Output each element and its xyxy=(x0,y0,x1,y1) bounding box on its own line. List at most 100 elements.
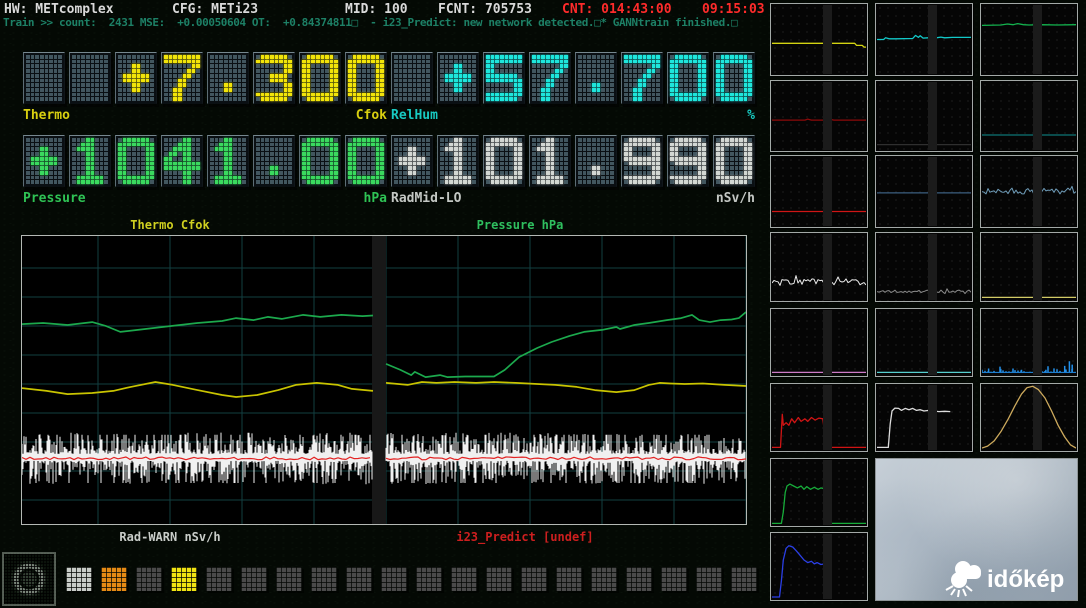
led-cell xyxy=(667,135,709,187)
status-block-6[interactable] xyxy=(241,567,267,591)
status-block-14[interactable] xyxy=(521,567,547,591)
cursor-band xyxy=(823,460,833,525)
led-cell xyxy=(713,52,755,104)
met-dashboard: HW: METcomplex CFG: METi23 MID: 100 FCNT… xyxy=(0,0,1086,608)
status-block-4[interactable] xyxy=(171,567,197,591)
cursor-band xyxy=(823,157,833,226)
status-block-3[interactable] xyxy=(136,567,162,591)
led-cell xyxy=(161,52,203,104)
idokep-logo-text: időkép xyxy=(987,566,1064,593)
status-block-2[interactable] xyxy=(101,567,127,591)
chart-title-thermo: Thermo Cfok xyxy=(100,218,240,232)
led-unit-pressure: hPa xyxy=(364,191,387,206)
mid-label: MID: 100 xyxy=(345,2,408,17)
led-label-thermo: Thermo xyxy=(23,108,70,123)
mini-chart-r7c1[interactable] xyxy=(770,458,868,527)
cursor-band xyxy=(823,310,833,375)
mini-chart-r2c2[interactable] xyxy=(875,80,973,152)
mini-chart-r6c3[interactable] xyxy=(980,383,1078,452)
cursor-band xyxy=(823,534,833,599)
led-cells xyxy=(23,52,387,104)
mini-chart-r1c2[interactable] xyxy=(875,3,973,76)
mini-chart-r5c1[interactable] xyxy=(770,308,868,377)
cursor-band xyxy=(928,157,938,226)
status-block-1[interactable] xyxy=(66,567,92,591)
mini-chart-r3c2[interactable] xyxy=(875,155,973,228)
led-cells xyxy=(23,135,387,187)
cloud-sun-icon xyxy=(946,561,981,597)
status-block-20[interactable] xyxy=(731,567,757,591)
led-cell xyxy=(391,135,433,187)
mini-chart-r6c2[interactable] xyxy=(875,383,973,452)
webcam-panel[interactable]: időkép xyxy=(875,458,1078,601)
mini-chart-r5c3[interactable] xyxy=(980,308,1078,377)
led-cell xyxy=(299,135,341,187)
led-cell xyxy=(23,135,65,187)
idokep-logo: időkép xyxy=(941,556,1073,598)
status-block-10[interactable] xyxy=(381,567,407,591)
status-block-15[interactable] xyxy=(556,567,582,591)
led-display-radmid: RadMid-LO nSv/h xyxy=(391,135,755,206)
cursor-band xyxy=(1033,82,1043,150)
led-label-relhum: RelHum xyxy=(391,108,438,123)
mini-chart-r1c1[interactable] xyxy=(770,3,868,76)
cursor-band xyxy=(823,234,833,300)
led-cell xyxy=(391,52,433,104)
led-cell xyxy=(115,135,157,187)
status-block-12[interactable] xyxy=(451,567,477,591)
main-chart xyxy=(21,235,747,525)
mini-chart-r4c1[interactable] xyxy=(770,232,868,302)
led-cell xyxy=(713,135,755,187)
mini-chart-r3c1[interactable] xyxy=(770,155,868,228)
cnt-counter: CNT: 014:43:00 xyxy=(562,2,672,17)
chart-bottom-label-predict: i23_Predict [undef] xyxy=(450,530,600,544)
status-block-19[interactable] xyxy=(696,567,722,591)
status-block-7[interactable] xyxy=(276,567,302,591)
led-cell xyxy=(345,135,387,187)
mini-chart-r4c3[interactable] xyxy=(980,232,1078,302)
mini-chart-r1c3[interactable] xyxy=(980,3,1078,76)
cursor-band xyxy=(823,385,833,450)
cursor-band xyxy=(928,310,938,375)
led-cell xyxy=(621,52,663,104)
led-cell xyxy=(437,135,479,187)
status-block-17[interactable] xyxy=(626,567,652,591)
led-label-radmid: RadMid-LO xyxy=(391,191,461,206)
led-display-relhum: RelHum% xyxy=(391,52,755,123)
status-block-18[interactable] xyxy=(661,567,687,591)
status-block-9[interactable] xyxy=(346,567,372,591)
status-block-16[interactable] xyxy=(591,567,617,591)
cursor-band xyxy=(823,5,833,74)
led-display-thermo: ThermoCfok xyxy=(23,52,387,123)
mini-chart-r4c2[interactable] xyxy=(875,232,973,302)
led-unit-radmid: nSv/h xyxy=(716,191,755,206)
hw-label: HW: METcomplex xyxy=(4,2,114,17)
mini-chart-r6c1[interactable] xyxy=(770,383,868,452)
led-cell xyxy=(69,52,111,104)
cursor-band xyxy=(1033,234,1043,300)
status-block-11[interactable] xyxy=(416,567,442,591)
status-block-5[interactable] xyxy=(206,567,232,591)
cursor-band xyxy=(1033,157,1043,226)
led-cell xyxy=(161,135,203,187)
led-cells xyxy=(391,52,755,104)
chart-bottom-label-radwarn: Rad-WARN nSv/h xyxy=(95,530,245,544)
led-cell xyxy=(621,135,663,187)
led-display-pressure: PressurehPa xyxy=(23,135,387,206)
train-status-line: Train >> count: 2431 MSE: +0.00050604 OT… xyxy=(3,16,737,29)
led-cell xyxy=(529,52,571,104)
led-cells xyxy=(391,135,755,187)
mini-chart-r3c3[interactable] xyxy=(980,155,1078,228)
status-block-8[interactable] xyxy=(311,567,337,591)
mini-chart-r8c1[interactable] xyxy=(770,532,868,601)
mini-chart-r5c2[interactable] xyxy=(875,308,973,377)
led-matrix-indicator[interactable] xyxy=(2,552,56,606)
cursor-band xyxy=(928,82,938,150)
cfg-label: CFG: METi23 xyxy=(172,2,258,17)
led-cell xyxy=(23,52,65,104)
cursor-band xyxy=(1033,5,1043,74)
mini-chart-r2c1[interactable] xyxy=(770,80,868,152)
status-block-13[interactable] xyxy=(486,567,512,591)
chart-title-pressure: Pressure hPa xyxy=(450,218,590,232)
mini-chart-r2c3[interactable] xyxy=(980,80,1078,152)
